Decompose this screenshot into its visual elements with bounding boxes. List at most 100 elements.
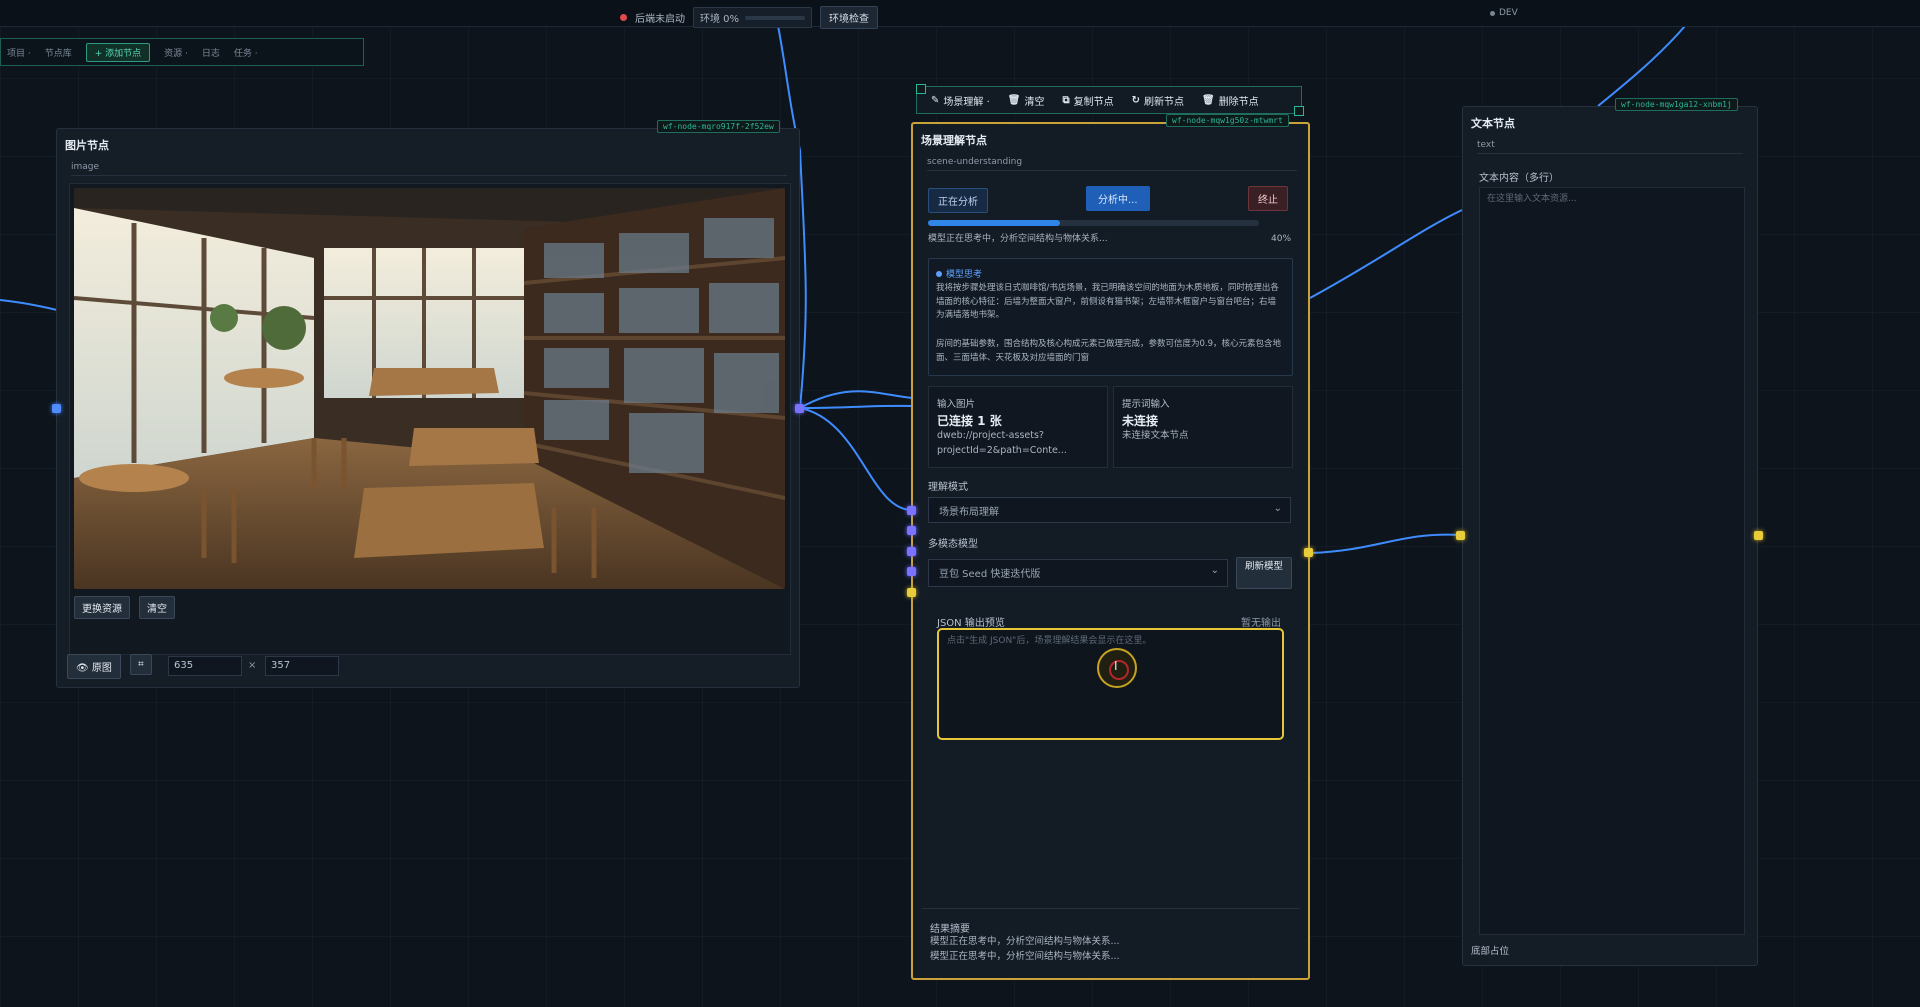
model-value: 豆包 Seed 快速迭代版 <box>939 569 1041 580</box>
summary-label: 结果摘要 <box>930 924 970 935</box>
text-content-area[interactable]: 在这里输入文本资源... <box>1479 187 1745 935</box>
wire-left-edge <box>0 299 58 311</box>
model-chevron-down-icon: ⌄ <box>1210 565 1219 576</box>
image-input-port[interactable] <box>52 404 61 413</box>
scene-input-port-1[interactable] <box>907 506 916 515</box>
text-node-footer: 底部占位 <box>1471 946 1510 957</box>
copy-node-label: 复制节点 <box>1073 96 1114 108</box>
mode-value: 场景布局理解 <box>939 507 999 518</box>
wire-scene-to-text <box>1310 533 1461 554</box>
refresh-node-button[interactable]: ↻ 刷新节点 <box>1126 90 1190 111</box>
toolbar-tasks[interactable]: 任务 · <box>234 46 258 59</box>
cursor-indicator: I <box>1097 648 1137 688</box>
text-node[interactable]: 文本节点 text 文本内容（多行） 在这里输入文本资源... 底部占位 <box>1462 106 1758 966</box>
clear-node-label: 清空 <box>1024 96 1045 108</box>
thinking-header: 模型思考 <box>936 267 982 280</box>
dev-label: DEV <box>1499 8 1518 18</box>
mode-label: 理解模式 <box>928 482 968 493</box>
text-node-id-tag: wf-node-mqw1ga12-xnbm1j <box>1615 98 1738 111</box>
toolbar-project[interactable]: 项目 · <box>7 46 31 59</box>
image-output-port[interactable] <box>795 404 804 413</box>
wire-scene-to-text-top <box>1309 209 1463 299</box>
analyzing-button[interactable]: 分析中... <box>1086 186 1150 211</box>
wire-image-to-scene-1 <box>799 149 807 409</box>
input-image-status: 已连接 1 张 <box>937 414 1002 428</box>
summary-line-1: 模型正在思考中，分析空间结构与物体关系... <box>930 936 1120 947</box>
clear-node-button[interactable]: 🗑 清空 <box>1002 90 1051 111</box>
summary-line-2: 模型正在思考中，分析空间结构与物体关系... <box>930 951 1120 962</box>
copy-icon: ⧉ <box>1062 94 1070 106</box>
cursor-inner-ring <box>1109 660 1129 680</box>
toolbar-node-library[interactable]: 节点库 <box>45 46 72 59</box>
scene-node-toolbar: ✎ 场景理解 · 🗑 清空 ⧉ 复制节点 ↻ 刷新节点 🗑 删除节点 <box>916 86 1302 114</box>
scene-corner-handle-right[interactable] <box>1294 106 1304 116</box>
text-node-title: 文本节点 <box>1471 117 1515 130</box>
eye-icon: 👁 <box>76 663 89 674</box>
delete-node-label: 删除节点 <box>1218 96 1259 108</box>
top-bar: 后端未启动 环境 0% 环境检查 DEV <box>0 0 1920 29</box>
input-image-label: 输入图片 <box>937 399 976 410</box>
text-placeholder: 在这里输入文本资源... <box>1487 194 1577 204</box>
delete-node-button[interactable]: 🗑 删除节点 <box>1196 90 1265 111</box>
image-node-title: 图片节点 <box>65 139 109 152</box>
scene-understanding-menu[interactable]: ✎ 场景理解 · <box>925 90 996 111</box>
image-node-id-tag: wf-node-mqro917f-2f52ew <box>657 120 780 133</box>
prompt-input-label: 提示词输入 <box>1122 399 1170 410</box>
width-input[interactable]: 635 <box>168 656 242 676</box>
original-size-label: 原图 <box>91 663 112 674</box>
scene-input-port-2[interactable] <box>907 526 916 535</box>
scene-node-subtitle: scene-understanding <box>927 157 1297 171</box>
replace-asset-button[interactable]: 更换资源 <box>74 596 130 619</box>
status-text: 后端未启动 <box>635 14 685 25</box>
env-progress: 环境 0% <box>693 7 813 28</box>
text-input-port[interactable] <box>1456 531 1465 540</box>
json-preview-label: JSON 输出预览 <box>937 618 1005 629</box>
trash-icon: 🗑 <box>1007 94 1021 106</box>
scene-node-id-tag: wf-node-mqw1g50z-mtwmrt <box>1166 114 1289 127</box>
height-input[interactable]: 357 <box>265 656 339 676</box>
progress-text: 模型正在思考中，分析空间结构与物体关系... <box>928 234 1108 244</box>
original-size-button[interactable]: 👁 原图 <box>67 654 121 679</box>
scene-input-port-text[interactable] <box>907 588 916 597</box>
cafe-photo <box>74 188 785 589</box>
stop-button[interactable]: 终止 <box>1248 186 1288 211</box>
input-image-path: dweb://project-assets?projectId=2&path=C… <box>937 430 1067 456</box>
model-select[interactable]: 豆包 Seed 快速迭代版 ⌄ <box>928 559 1228 587</box>
text-output-port[interactable] <box>1754 531 1763 540</box>
times-sign: × <box>248 660 257 671</box>
wire-image-to-scene-2 <box>799 404 913 409</box>
scene-output-port[interactable] <box>1304 548 1313 557</box>
toolbar-logs[interactable]: 日志 <box>202 46 220 59</box>
env-progress-text: 环境 0% <box>700 14 740 25</box>
refresh-model-button[interactable]: 刷新模型 <box>1236 557 1292 589</box>
progress-percent: 40% <box>1271 234 1292 244</box>
analyzing-chip: 正在分析 <box>928 188 988 213</box>
model-label: 多模态模型 <box>928 539 978 550</box>
json-status: 暂无输出 <box>1241 618 1281 629</box>
toolbar-add-node[interactable]: + 添加节点 <box>85 42 151 62</box>
prompt-input-desc: 未连接文本节点 <box>1122 430 1189 441</box>
scene-corner-handle[interactable] <box>916 84 926 94</box>
prompt-input-status: 未连接 <box>1122 414 1159 428</box>
crop-button[interactable]: ⌗ <box>130 654 152 675</box>
scene-input-port-3[interactable] <box>907 547 916 556</box>
scene-understanding-label: 场景理解 · <box>943 96 990 108</box>
json-placeholder: 点击"生成 JSON"后，场景理解结果会显示在这里。 <box>947 636 1152 646</box>
env-check-button[interactable]: 环境检查 <box>820 6 879 29</box>
scene-understanding-node[interactable]: 场景理解节点 scene-understanding <box>911 122 1310 980</box>
mode-select[interactable]: 场景布局理解 ⌄ <box>928 497 1291 523</box>
status-dot-icon <box>620 14 627 21</box>
pencil-icon: ✎ <box>931 94 940 106</box>
scene-input-port-4[interactable] <box>907 567 916 576</box>
thinking-paragraph-2: 房间的基础参数，围合结构及核心构成元素已做理完成，参数可信度为0.9，核心元素包… <box>936 339 1282 363</box>
delete-icon: 🗑 <box>1201 94 1215 106</box>
thinking-title: 模型思考 <box>946 270 983 280</box>
toolbar-assets[interactable]: 资源 · <box>164 46 188 59</box>
clear-image-button[interactable]: 清空 <box>139 596 175 619</box>
copy-node-button[interactable]: ⧉ 复制节点 <box>1056 90 1119 111</box>
text-node-subtitle: text <box>1477 140 1743 154</box>
workflow-toolbar: 项目 · 节点库 + 添加节点 资源 · 日志 任务 · <box>0 38 364 66</box>
text-content-label: 文本内容（多行） <box>1479 173 1559 184</box>
refresh-icon: ↻ <box>1131 94 1140 106</box>
thinking-paragraph-1: 我将按步骤处理该日式咖啡馆/书店场景，我已明确该空间的地面为木质地板，同时梳理出… <box>936 283 1279 320</box>
